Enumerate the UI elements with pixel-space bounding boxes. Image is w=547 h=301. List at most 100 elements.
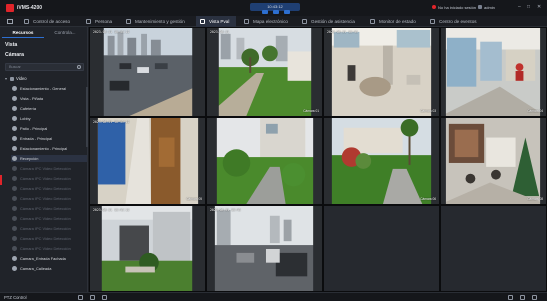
tab-label: Vista Pval <box>209 19 230 24</box>
video-grid: 2023-08-21 10:43:12 2023-08-21 Cámara 01 <box>89 27 547 292</box>
tab-mapa-electronico[interactable]: Mapa electrónico <box>240 16 295 27</box>
video-cell-3[interactable]: 2023-08-21 10:43 Cámara 03 <box>323 27 440 117</box>
toolbar-settings-icon[interactable] <box>284 10 290 14</box>
tab-label: Gestión de asistencia <box>311 19 355 24</box>
video-cell-5[interactable]: 2023-08-21 10:43:12 Cámara 05 <box>89 117 206 205</box>
timestamp: 2023-08-21 10:43:12 <box>93 30 130 34</box>
video-cell-1[interactable]: 2023-08-21 10:43:12 <box>89 27 206 117</box>
login-status[interactable]: No ha iniciado sesión <box>432 5 476 10</box>
camera-label: Camara_Entrada Fachada <box>20 256 66 261</box>
tab-label: Mantenimiento y gestión <box>135 19 185 24</box>
user-menu[interactable]: admin <box>478 5 495 10</box>
video-cell-4[interactable]: Cámara 04 <box>440 27 547 117</box>
camera-icon <box>12 96 17 101</box>
camera-icon <box>12 136 17 141</box>
tab-controla[interactable]: Controla... <box>44 27 86 38</box>
camera-list-item[interactable]: Estacionamiento - General <box>11 85 87 92</box>
camera-icon <box>12 106 17 111</box>
tab-control-de-acceso[interactable]: Control de acceso <box>20 16 77 27</box>
camera-label: Cámara IPC Video Detección <box>20 226 71 231</box>
camera-list-item[interactable]: Cámara IPC Video Detección <box>11 175 87 182</box>
video-cell-2[interactable]: 2023-08-21 Cámara 01 <box>206 27 323 117</box>
grid-icon[interactable] <box>520 295 525 300</box>
video-feed-4 <box>441 28 546 116</box>
tab-monitor-estado[interactable]: Monitor de estado <box>366 16 423 27</box>
home-icon[interactable] <box>7 19 13 24</box>
camera-label: Entrada - Principal <box>20 136 53 141</box>
events-icon <box>430 19 435 24</box>
fullscreen-icon[interactable] <box>532 295 537 300</box>
camera-list-item[interactable]: Recepción <box>11 155 87 162</box>
camera-label: Cámara IPC Video Detección <box>20 216 71 221</box>
camera-icon <box>12 146 17 151</box>
scrollbar[interactable] <box>86 87 88 147</box>
toolbar-lock-icon[interactable] <box>262 10 268 14</box>
camera-list-item[interactable]: Patio - Principal <box>11 125 87 132</box>
video-cell-empty[interactable] <box>323 205 440 292</box>
camera-label: Cámara IPC Video Detección <box>20 186 71 191</box>
tab-label: Centro de eventos <box>439 19 477 24</box>
access-control-icon <box>24 19 29 24</box>
map-icon <box>244 19 249 24</box>
search-icon[interactable] <box>77 65 81 69</box>
video-feed-6 <box>207 118 322 204</box>
maximize-icon[interactable]: □ <box>527 4 530 10</box>
camera-icon <box>12 256 17 261</box>
tree-root-video[interactable]: ▾ Video <box>5 76 27 82</box>
video-cell-10[interactable]: 2023-08-21 10:43 <box>206 205 323 292</box>
camera-icon <box>12 126 17 131</box>
minimize-icon[interactable]: – <box>518 4 521 10</box>
camera-list-item[interactable]: Cámara IPC Video Detección <box>11 235 87 242</box>
arrow-icon[interactable] <box>78 295 83 300</box>
selection-marker <box>0 175 2 185</box>
camera-list-item[interactable]: Cafetería <box>11 105 87 112</box>
camera-list-item[interactable]: Estacionamiento - Principal <box>11 145 87 152</box>
section-camara[interactable]: Cámara <box>5 52 24 58</box>
window-icon[interactable] <box>102 295 107 300</box>
toolbar-alarm-icon[interactable] <box>273 10 279 14</box>
camera-list-item[interactable]: Lobby <box>11 115 87 122</box>
camera-list-item[interactable]: Cámara IPC Video Detección <box>11 215 87 222</box>
person-icon <box>86 19 91 24</box>
tab-persona[interactable]: Persona <box>82 16 119 27</box>
refresh-icon[interactable] <box>90 295 95 300</box>
camera-list-item[interactable]: Cámara IPC Video Detección <box>11 245 87 252</box>
chevron-down-icon[interactable]: ▾ <box>5 76 7 82</box>
tab-recursos[interactable]: Recursos <box>2 27 44 38</box>
camera-list-item[interactable]: Cámara IPC Video Detección <box>11 225 87 232</box>
title-bar: iVMS-4200 10:43:12 No ha iniciado sesión… <box>0 0 547 16</box>
camera-list-item[interactable]: Camara_Entrada Fachada <box>11 255 87 262</box>
camera-icon <box>12 236 17 241</box>
tab-vista-pval[interactable]: Vista Pval <box>196 16 237 27</box>
video-cell-6[interactable] <box>206 117 323 205</box>
camera-icon <box>12 196 17 201</box>
camera-label: Recepción <box>20 156 39 161</box>
camera-icon <box>12 176 17 181</box>
section-vista[interactable]: Vista <box>5 42 17 48</box>
camera-list-item[interactable]: Cámara IPC Video Detección <box>11 185 87 192</box>
video-cell-7[interactable]: Cámara 06 <box>323 117 440 205</box>
camera-list-item[interactable]: Vista - Piñata <box>11 95 87 102</box>
video-feed-10 <box>207 206 322 291</box>
camera-search-input[interactable]: Buscar <box>5 63 84 71</box>
camera-list-item[interactable]: Cámara IPC Video Detección <box>11 165 87 172</box>
video-cell-8[interactable]: Cámara 08 <box>440 117 547 205</box>
module-tabs: Control de acceso Persona Mantenimiento … <box>0 16 547 27</box>
camera-list-item[interactable]: Camara_Calleada <box>11 265 87 272</box>
timestamp: 2023-08-21 <box>210 30 230 34</box>
tab-gestion-asistencia[interactable]: Gestión de asistencia <box>298 16 362 27</box>
tab-mantenimiento[interactable]: Mantenimiento y gestión <box>122 16 192 27</box>
tab-label: Persona <box>95 19 113 24</box>
camera-list-item[interactable]: Entrada - Principal <box>11 135 87 142</box>
close-icon[interactable]: ✕ <box>537 4 541 10</box>
video-cell-empty[interactable] <box>440 205 547 292</box>
video-cell-9[interactable]: 2023-08-21 10:43:12 <box>89 205 206 292</box>
ptz-control-label[interactable]: PTZ Control <box>4 295 27 300</box>
search-placeholder: Buscar <box>9 65 21 69</box>
tab-centro-eventos[interactable]: Centro de eventos <box>426 16 484 27</box>
camera-name: Cámara 01 <box>303 109 319 113</box>
camera-list-item[interactable]: Cámara IPC Video Detección <box>11 195 87 202</box>
camera-list-item[interactable]: Cámara IPC Video Detección <box>11 205 87 212</box>
layout-icon[interactable] <box>508 295 513 300</box>
camera-label: Estacionamiento - Principal <box>20 146 68 151</box>
